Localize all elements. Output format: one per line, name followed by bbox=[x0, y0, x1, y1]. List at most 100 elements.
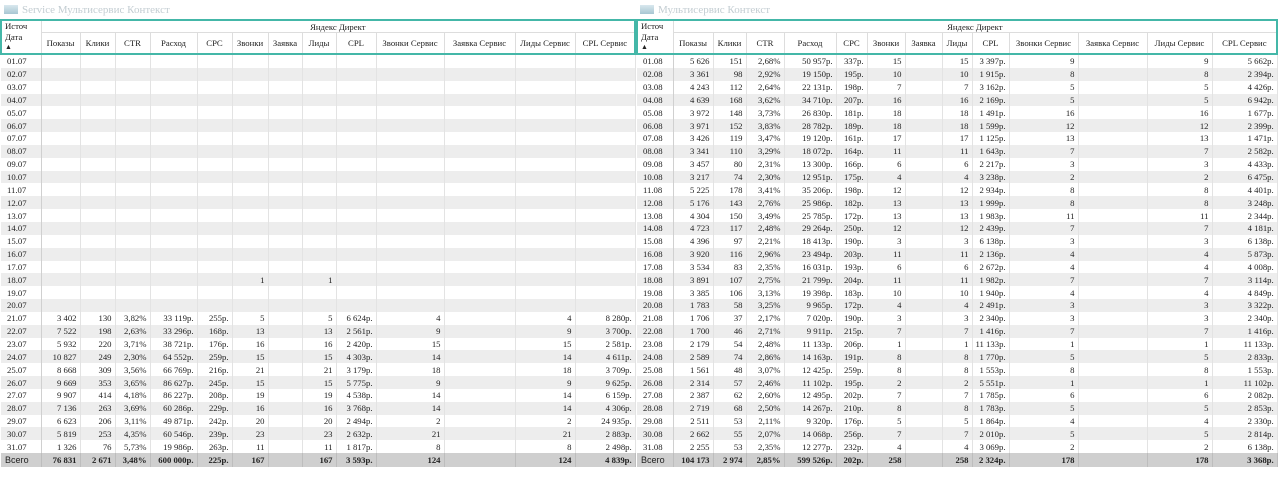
table-row[interactable]: 04.08 4 639 168 3,62% 34 710р. 207р. 16 16 2 169… bbox=[637, 93, 1278, 107]
table-row[interactable]: 24.07 10 827 249 2,30% 64 552р. 259р. 15 15 4 30… bbox=[1, 350, 636, 364]
table-row[interactable]: 18.08 3 891 107 2,75% 21 799р. 204р. 11 11 1 982… bbox=[637, 273, 1278, 287]
table-row[interactable]: 13.07 bbox=[1, 209, 636, 222]
table-row[interactable]: 12.07 bbox=[1, 196, 636, 210]
value-cell: 7 bbox=[942, 324, 973, 338]
sort-asc-icon[interactable]: ▲ bbox=[641, 43, 670, 51]
column-header[interactable]: CPL Сервис bbox=[1211, 32, 1278, 55]
table-row[interactable]: 27.08 2 387 62 2,60% 12 495р. 202р. 7 7 1 785р. 6… bbox=[637, 388, 1278, 402]
table-row[interactable]: 04.07 bbox=[1, 93, 636, 107]
table-row[interactable]: 17.07 bbox=[1, 260, 636, 274]
table-row[interactable]: 19.07 bbox=[1, 286, 636, 300]
column-header[interactable]: Показы bbox=[672, 32, 714, 55]
table-row[interactable]: 22.08 1 700 46 2,71% 9 911р. 215р. 7 7 1 416р. 7 7… bbox=[637, 324, 1278, 338]
table-row[interactable]: 24.08 2 589 74 2,86% 14 163р. 191р. 8 8 1 770р. 5… bbox=[637, 350, 1278, 364]
table-row[interactable]: 19.08 3 385 106 3,13% 19 398р. 183р. 10 10 1 940… bbox=[637, 286, 1278, 300]
table-row[interactable]: 09.08 3 457 80 2,31% 13 300р. 166р. 6 6 2 217р. 3… bbox=[637, 157, 1278, 171]
table-row[interactable]: 05.07 bbox=[1, 106, 636, 120]
table-row[interactable]: 23.08 2 179 54 2,48% 11 133р. 206р. 1 1 11 133р.… bbox=[637, 337, 1278, 351]
column-header[interactable]: Звонки bbox=[866, 32, 906, 55]
column-header[interactable]: CPC bbox=[835, 32, 868, 55]
table-row[interactable]: 16.07 bbox=[1, 247, 636, 261]
column-header[interactable]: Клики bbox=[712, 32, 747, 55]
table-row[interactable]: 05.08 3 972 148 3,73% 26 830р. 181р. 18 18 1 491… bbox=[637, 106, 1278, 120]
table-row[interactable]: 03.07 bbox=[1, 80, 636, 94]
column-header[interactable]: Заявка bbox=[904, 32, 943, 55]
column-header[interactable]: Звонки Сервис bbox=[1008, 32, 1079, 55]
value-cell: 168р. bbox=[197, 324, 233, 338]
source-date-header[interactable]: Источ Дата ▲ bbox=[0, 20, 42, 55]
table-row[interactable]: 30.08 2 662 55 2,07% 14 068р. 256р. 7 7 2 010р. 5… bbox=[637, 427, 1278, 441]
column-header[interactable]: Показы bbox=[40, 32, 81, 55]
column-header[interactable]: Расход bbox=[783, 32, 837, 55]
table-row[interactable]: 06.07 bbox=[1, 119, 636, 133]
table-row[interactable]: 17.08 3 534 83 2,35% 16 031р. 193р. 6 6 2 672р. 4… bbox=[637, 260, 1278, 274]
table-row[interactable]: 07.07 bbox=[1, 132, 636, 145]
table-row[interactable]: 20.07 bbox=[1, 299, 636, 312]
table-row[interactable]: 21.08 1 706 37 2,17% 7 020р. 190р. 3 3 2 340р. 3 3… bbox=[637, 311, 1278, 325]
table-row[interactable]: 11.07 bbox=[1, 183, 636, 197]
column-header[interactable]: CPL bbox=[335, 32, 377, 55]
column-header[interactable]: Звонки Сервис bbox=[375, 32, 445, 55]
column-header[interactable]: Звонки bbox=[231, 32, 269, 55]
table-row[interactable]: 13.08 4 304 150 3,49% 25 785р. 172р. 13 13 1 983… bbox=[637, 209, 1278, 222]
column-header[interactable]: Лиды Сервис bbox=[514, 32, 576, 55]
table-row[interactable]: 15.07 bbox=[1, 234, 636, 248]
column-header[interactable]: Заявка Сервис bbox=[1077, 32, 1148, 55]
column-header[interactable]: Расход bbox=[149, 32, 198, 55]
table-row[interactable]: 12.08 5 176 143 2,76% 25 986р. 182р. 13 13 1 999… bbox=[637, 196, 1278, 210]
table-row[interactable]: 01.08 5 626 151 2,68% 50 957р. 337р. 15 15 3 397… bbox=[637, 54, 1278, 68]
column-header[interactable]: Лиды Сервис bbox=[1146, 32, 1213, 55]
value-cell bbox=[336, 80, 377, 94]
source-date-header[interactable]: Источ Дата ▲ bbox=[636, 20, 674, 55]
table-row[interactable]: 27.07 9 907 414 4,18% 86 227р. 208р. 19 19 4 538… bbox=[1, 388, 636, 402]
table-row[interactable]: 15.08 4 396 97 2,21% 18 413р. 190р. 3 3 6 138р. 3… bbox=[637, 234, 1278, 248]
column-header[interactable]: Лиды bbox=[941, 32, 973, 55]
table-row[interactable]: 18.07 1 1 bbox=[1, 273, 636, 287]
table-row[interactable]: 14.08 4 723 117 2,48% 29 264р. 250р. 12 12 2 439… bbox=[637, 221, 1278, 235]
column-header[interactable]: CTR bbox=[745, 32, 785, 55]
table-row[interactable]: 26.07 9 669 353 3,65% 86 627р. 245р. 15 15 5 775… bbox=[1, 376, 636, 389]
table-row[interactable]: 01.07 bbox=[1, 54, 636, 68]
table-row[interactable]: 07.08 3 426 119 3,47% 19 120р. 161р. 17 17 1 125… bbox=[637, 132, 1278, 145]
table-row[interactable]: 03.08 4 243 112 2,64% 22 131р. 198р. 7 7 3 162р.… bbox=[637, 80, 1278, 94]
table-row[interactable]: 09.07 bbox=[1, 157, 636, 171]
table-row[interactable]: 06.08 3 971 152 3,83% 28 782р. 189р. 18 18 1 599… bbox=[637, 119, 1278, 133]
table-row[interactable]: 23.07 5 932 220 3,71% 38 721р. 176р. 16 16 2 420… bbox=[1, 337, 636, 351]
table-row[interactable]: 02.08 3 361 98 2,92% 19 150р. 195р. 10 10 1 915р… bbox=[637, 67, 1278, 81]
table-row[interactable]: 25.07 8 668 309 3,56% 66 769р. 216р. 21 21 3 179… bbox=[1, 363, 636, 377]
column-header[interactable]: CPC bbox=[196, 32, 233, 55]
table-row[interactable]: 02.07 bbox=[1, 67, 636, 81]
table-row[interactable]: 10.08 3 217 74 2,30% 12 951р. 175р. 4 4 3 238р. 2… bbox=[637, 170, 1278, 184]
table-row[interactable]: 26.08 2 314 57 2,46% 11 102р. 195р. 2 2 5 551р. 1… bbox=[637, 376, 1278, 389]
table-row[interactable]: 31.07 1 326 76 5,73% 19 986р. 263р. 11 11 1 817р… bbox=[1, 440, 636, 454]
table-row[interactable]: 11.08 5 225 178 3,41% 35 206р. 198р. 12 12 2 934… bbox=[637, 183, 1278, 197]
table-row[interactable]: 30.07 5 819 253 4,35% 60 546р. 239р. 23 23 2 632… bbox=[1, 427, 636, 441]
column-header[interactable]: Заявка Сервис bbox=[443, 32, 516, 55]
left-panel-title: Service Мультисервис Контекст bbox=[22, 3, 170, 16]
table-row[interactable]: 25.08 1 561 48 3,07% 12 425р. 259р. 8 8 1 553р. 8… bbox=[637, 363, 1278, 377]
table-row[interactable]: 20.08 1 783 58 3,25% 9 965р. 172р. 4 4 2 491р. 3 3… bbox=[637, 299, 1278, 312]
value-cell bbox=[575, 183, 636, 197]
column-header[interactable]: Лиды bbox=[301, 32, 337, 55]
table-row[interactable]: 28.07 7 136 263 3,69% 60 286р. 229р. 16 16 3 768… bbox=[1, 401, 636, 415]
table-row[interactable]: 21.07 3 402 130 3,82% 33 119р. 255р. 5 5 6 624р.… bbox=[1, 311, 636, 325]
table-row[interactable]: 29.08 2 511 53 2,11% 9 320р. 176р. 5 5 1 864р. 4 4… bbox=[637, 414, 1278, 428]
table-row[interactable]: 22.07 7 522 198 2,63% 33 296р. 168р. 13 13 2 561… bbox=[1, 324, 636, 338]
column-header[interactable]: CPL bbox=[971, 32, 1010, 55]
table-row[interactable]: 14.07 bbox=[1, 221, 636, 235]
table-row[interactable]: 28.08 2 719 68 2,50% 14 267р. 210р. 8 8 1 783р. 5… bbox=[637, 401, 1278, 415]
value-cell: 7 020р. bbox=[784, 311, 837, 325]
table-row[interactable]: 10.07 bbox=[1, 170, 636, 184]
column-header[interactable]: CPL Сервис bbox=[574, 32, 636, 55]
column-header[interactable]: Клики bbox=[79, 32, 116, 55]
value-cell bbox=[41, 183, 81, 197]
table-row[interactable]: 08.07 bbox=[1, 144, 636, 158]
sort-asc-icon[interactable]: ▲ bbox=[5, 43, 38, 51]
table-row[interactable]: 31.08 2 255 53 2,35% 12 277р. 232р. 4 4 3 069р. 2… bbox=[637, 440, 1278, 454]
table-row[interactable]: 16.08 3 920 116 2,96% 23 494р. 203р. 11 11 2 136… bbox=[637, 247, 1278, 261]
value-cell bbox=[41, 67, 81, 81]
table-row[interactable]: 29.07 6 623 206 3,11% 49 871р. 242р. 20 20 2 494… bbox=[1, 414, 636, 428]
table-row[interactable]: 08.08 3 341 110 3,29% 18 072р. 164р. 11 11 1 643… bbox=[637, 144, 1278, 158]
column-header[interactable]: Заявка bbox=[267, 32, 303, 55]
column-header[interactable]: CTR bbox=[114, 32, 151, 55]
